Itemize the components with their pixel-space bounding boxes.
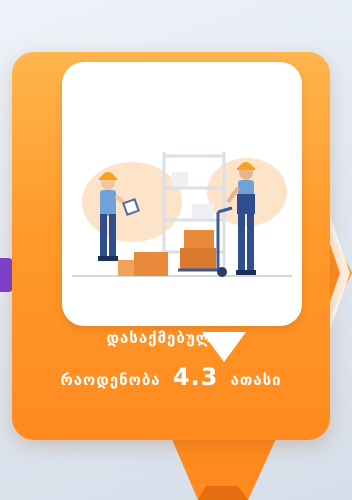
- stat-unit: ათასი: [230, 371, 282, 389]
- stat-value: 4.3: [172, 363, 219, 391]
- ribbon-decoration: [168, 430, 280, 500]
- illustration-bubble: [62, 62, 302, 362]
- warehouse-workers-illustration-icon: [72, 152, 292, 277]
- stat-caption: დასაქმებულთა რაოდენობა 4.3 ათასი: [12, 326, 330, 395]
- stat-label-line2: რაოდენობა 4.3 ათასი: [12, 362, 330, 395]
- stat-label-prefix: რაოდენობა: [60, 371, 161, 389]
- stat-label-line1: დასაქმებულთა: [106, 329, 236, 347]
- infographic-stage: დასაქმებულთა რაოდენობა 4.3 ათასი: [0, 0, 352, 500]
